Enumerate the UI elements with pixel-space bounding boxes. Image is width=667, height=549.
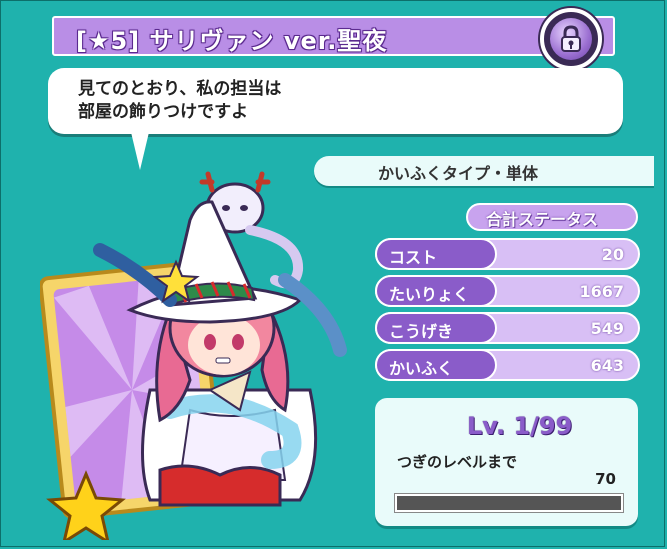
stat-label: コスト (389, 248, 438, 267)
stat-label-badge: たいりょく (375, 275, 497, 307)
lock-button[interactable] (540, 8, 602, 70)
dialogue-line-1: 見てのとおり、私の担当は (78, 79, 282, 99)
stat-label: たいりょく (389, 285, 470, 304)
lock-icon (550, 18, 592, 60)
character-art (40, 171, 347, 540)
stat-value: 549 (590, 319, 624, 338)
stat-label: こうげき (389, 322, 454, 341)
total-status-heading: 合計ステータス (466, 203, 638, 231)
stat-value: 1667 (579, 282, 624, 301)
level-text: Lv. 1/99 (467, 412, 573, 440)
stat-row-hp: たいりょく 1667 (375, 275, 640, 307)
exp-progress-bar (395, 494, 623, 512)
dialogue-bubble-tail (130, 128, 150, 170)
stat-value: 20 (601, 245, 624, 264)
stat-label-badge: かいふく (375, 349, 497, 381)
card-title: [★5] サリヴァン ver.聖夜 (76, 27, 388, 55)
dialogue-line-2: 部屋の飾りつけですよ (78, 102, 249, 122)
level-panel: Lv. 1/99 つぎのレベルまで 70 (375, 398, 638, 526)
character-face (188, 315, 260, 375)
dialogue-text: 見てのとおり、私の担当は 部屋の飾りつけですよ (78, 78, 281, 124)
stat-row-attack: こうげき 549 (375, 312, 640, 344)
type-bar: かいふくタイプ・単体 (314, 156, 654, 186)
stat-label-badge: コスト (375, 238, 497, 270)
card-title-bar: [★5] サリヴァン ver.聖夜 (52, 16, 615, 56)
stat-label-badge: こうげき (375, 312, 497, 344)
dialogue-bubble: 見てのとおり、私の担当は 部屋の飾りつけですよ (48, 68, 623, 134)
stat-row-cost: コスト 20 (375, 238, 640, 270)
total-status-label: 合計ステータス (486, 210, 599, 229)
stat-label: かいふく (389, 359, 454, 378)
stat-value: 643 (590, 356, 624, 375)
type-label: かいふくタイプ・単体 (378, 164, 539, 183)
stat-row-recovery: かいふく 643 (375, 349, 640, 381)
next-level-label: つぎのレベルまで (397, 453, 518, 471)
next-level-value: 70 (595, 470, 616, 488)
